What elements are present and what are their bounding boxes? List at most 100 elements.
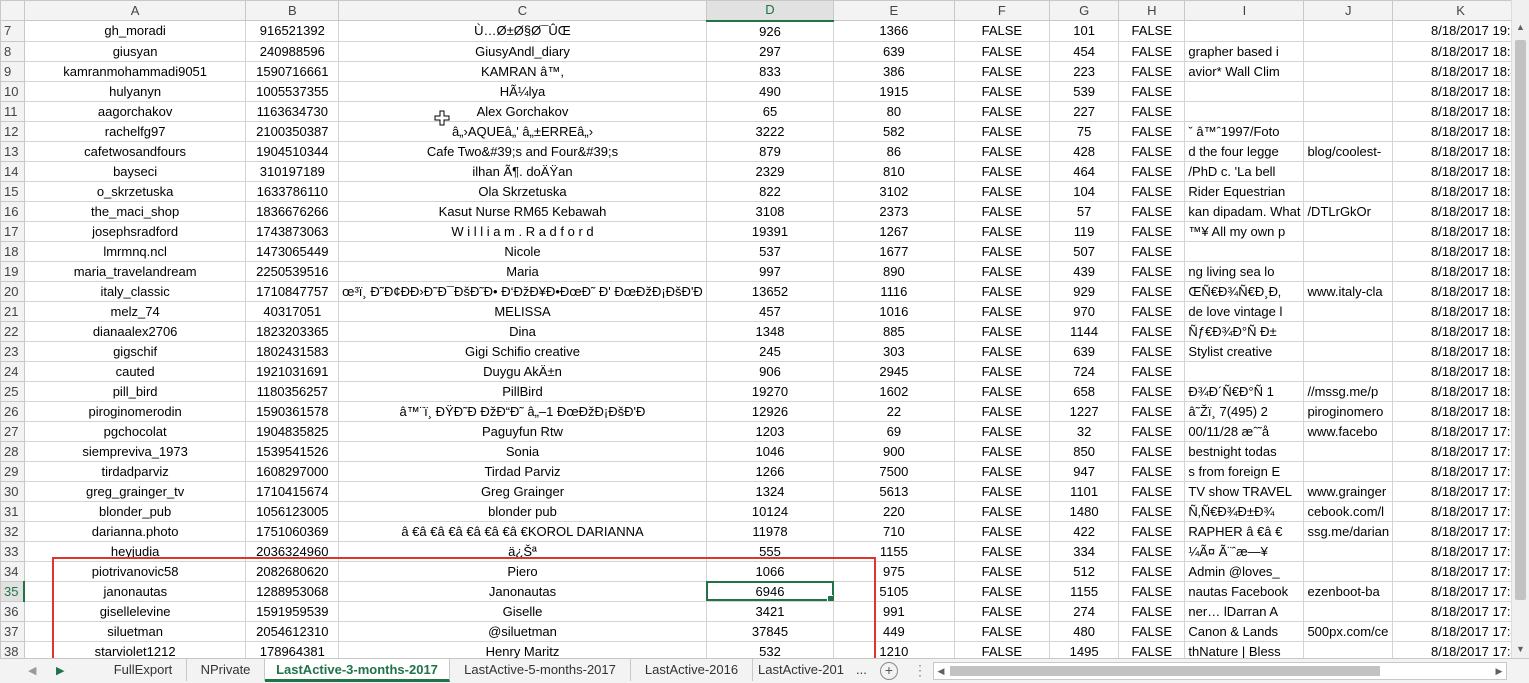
cell-i[interactable]: ™¥ All my own p [1184, 220, 1305, 242]
cell-b[interactable]: 40317051 [245, 300, 340, 322]
cell-c[interactable]: W i l l i a m . R a d f o r d [338, 220, 707, 242]
cell-b[interactable]: 1921031691 [245, 360, 340, 382]
cell-i[interactable]: ˇ â™ˆ1997/Foto [1184, 120, 1305, 142]
cell-k[interactable]: 8/18/2017 18:10 [1392, 280, 1529, 302]
cell-a[interactable]: janonautas [23, 580, 247, 602]
cell-h[interactable]: FALSE [1118, 360, 1186, 382]
cell-j[interactable] [1303, 260, 1394, 282]
cell-h[interactable]: FALSE [1118, 200, 1186, 222]
cell-d[interactable]: 12926 [705, 400, 835, 422]
cell-b[interactable]: 1473065449 [245, 240, 340, 262]
row-header[interactable]: 27 [0, 420, 25, 442]
cell-i[interactable]: 00/11/28 æˆ˜å [1184, 420, 1305, 442]
column-header-e[interactable]: E [833, 0, 955, 21]
cell-d[interactable]: 822 [705, 180, 835, 202]
cell-j[interactable] [1303, 540, 1394, 562]
row-header[interactable]: 37 [0, 620, 25, 642]
cell-f[interactable]: FALSE [953, 100, 1051, 122]
cell-d[interactable]: 3421 [705, 600, 835, 622]
row-header[interactable]: 18 [0, 240, 25, 262]
cell-h[interactable]: FALSE [1118, 20, 1186, 42]
cell-a[interactable]: siempreviva_1973 [23, 440, 247, 462]
column-header-b[interactable]: B [245, 0, 340, 21]
cell-j[interactable] [1303, 440, 1394, 462]
row-header[interactable]: 16 [0, 200, 25, 222]
cell-k[interactable]: 8/18/2017 18:18 [1392, 240, 1529, 262]
cell-d[interactable]: 245 [705, 340, 835, 362]
cell-a[interactable]: gh_moradi [23, 20, 247, 42]
row-header[interactable]: 32 [0, 520, 25, 542]
cell-f[interactable]: FALSE [953, 140, 1051, 162]
column-header-a[interactable]: A [23, 0, 247, 21]
cell-k[interactable]: 8/18/2017 18:26 [1392, 100, 1529, 122]
cell-c[interactable]: Paguyfun Rtw [338, 420, 707, 442]
cell-j[interactable] [1303, 320, 1394, 342]
cell-e[interactable]: 22 [833, 400, 955, 422]
cell-e[interactable]: 303 [833, 340, 955, 362]
cell-d[interactable]: 997 [705, 260, 835, 282]
cell-a[interactable]: kamranmohammadi9051 [23, 60, 247, 82]
cell-h[interactable]: FALSE [1118, 40, 1186, 62]
cell-g[interactable]: 119 [1049, 220, 1120, 242]
cell-d[interactable]: 65 [705, 100, 835, 122]
tab-scroll-right-icon[interactable]: ▶ [56, 659, 64, 683]
row-header[interactable]: 33 [0, 540, 25, 562]
cell-e[interactable]: 386 [833, 60, 955, 82]
cell-j[interactable] [1303, 120, 1394, 142]
cell-a[interactable]: tirdadparviz [23, 460, 247, 482]
active-cell[interactable]: 6946 [705, 580, 835, 602]
row-header[interactable]: 22 [0, 320, 25, 342]
cell-j[interactable] [1303, 560, 1394, 582]
cell-h[interactable]: FALSE [1118, 460, 1186, 482]
cell-d[interactable]: 3108 [705, 200, 835, 222]
cell-f[interactable]: FALSE [953, 420, 1051, 442]
cell-c[interactable]: Maria [338, 260, 707, 282]
row-header[interactable]: 29 [0, 460, 25, 482]
cell-c[interactable]: KAMRAN â™, [338, 60, 707, 82]
cell-g[interactable]: 929 [1049, 280, 1120, 302]
cell-c[interactable]: Gigi Schifio creative [338, 340, 707, 362]
row-header[interactable]: 20 [0, 280, 25, 302]
cell-a[interactable]: heyjudia [23, 540, 247, 562]
cell-k[interactable]: 8/18/2017 18:23 [1392, 180, 1529, 202]
row-header[interactable]: 21 [0, 300, 25, 322]
cell-j[interactable]: ssg.me/darian [1303, 520, 1394, 542]
cell-i[interactable]: s from foreign E [1184, 460, 1305, 482]
cell-h[interactable]: FALSE [1118, 320, 1186, 342]
row-header[interactable]: 28 [0, 440, 25, 462]
row-header[interactable]: 11 [0, 100, 25, 122]
row-header[interactable]: 7 [0, 20, 25, 42]
row-header[interactable]: 34 [0, 560, 25, 582]
cell-a[interactable]: piotrivanovic58 [23, 560, 247, 582]
cell-e[interactable]: 449 [833, 620, 955, 642]
cell-k[interactable]: 8/18/2017 18:02 [1392, 380, 1529, 402]
cell-g[interactable]: 1227 [1049, 400, 1120, 422]
cell-e[interactable]: 86 [833, 140, 955, 162]
cell-i[interactable] [1184, 100, 1305, 122]
horizontal-scroll-thumb[interactable] [950, 666, 1380, 676]
cell-f[interactable]: FALSE [953, 620, 1051, 642]
cell-a[interactable]: dianaalex2706 [23, 320, 247, 342]
cell-b[interactable]: 1056123005 [245, 500, 340, 522]
cell-e[interactable]: 2945 [833, 360, 955, 382]
cell-k[interactable]: 8/18/2017 18:28 [1392, 80, 1529, 102]
cell-f[interactable]: FALSE [953, 260, 1051, 282]
cell-j[interactable]: www.italy-cla [1303, 280, 1394, 302]
cell-b[interactable]: 2100350387 [245, 120, 340, 142]
cell-d[interactable]: 19391 [705, 220, 835, 242]
cell-c[interactable]: Kasut Nurse RM65 Kebawah [338, 200, 707, 222]
cell-b[interactable]: 2250539516 [245, 260, 340, 282]
cell-b[interactable]: 1608297000 [245, 460, 340, 482]
cell-f[interactable]: FALSE [953, 440, 1051, 462]
cell-g[interactable]: 75 [1049, 120, 1120, 142]
cell-d[interactable]: 10124 [705, 500, 835, 522]
cell-i[interactable]: ng living sea lo [1184, 260, 1305, 282]
cell-e[interactable]: 1602 [833, 380, 955, 402]
cell-f[interactable]: FALSE [953, 240, 1051, 262]
cell-b[interactable]: 1590716661 [245, 60, 340, 82]
cell-h[interactable]: FALSE [1118, 400, 1186, 422]
cell-g[interactable]: 850 [1049, 440, 1120, 462]
cell-k[interactable]: 8/18/2017 17:59 [1392, 420, 1529, 442]
column-header-h[interactable]: H [1118, 0, 1186, 21]
row-header[interactable]: 15 [0, 180, 25, 202]
